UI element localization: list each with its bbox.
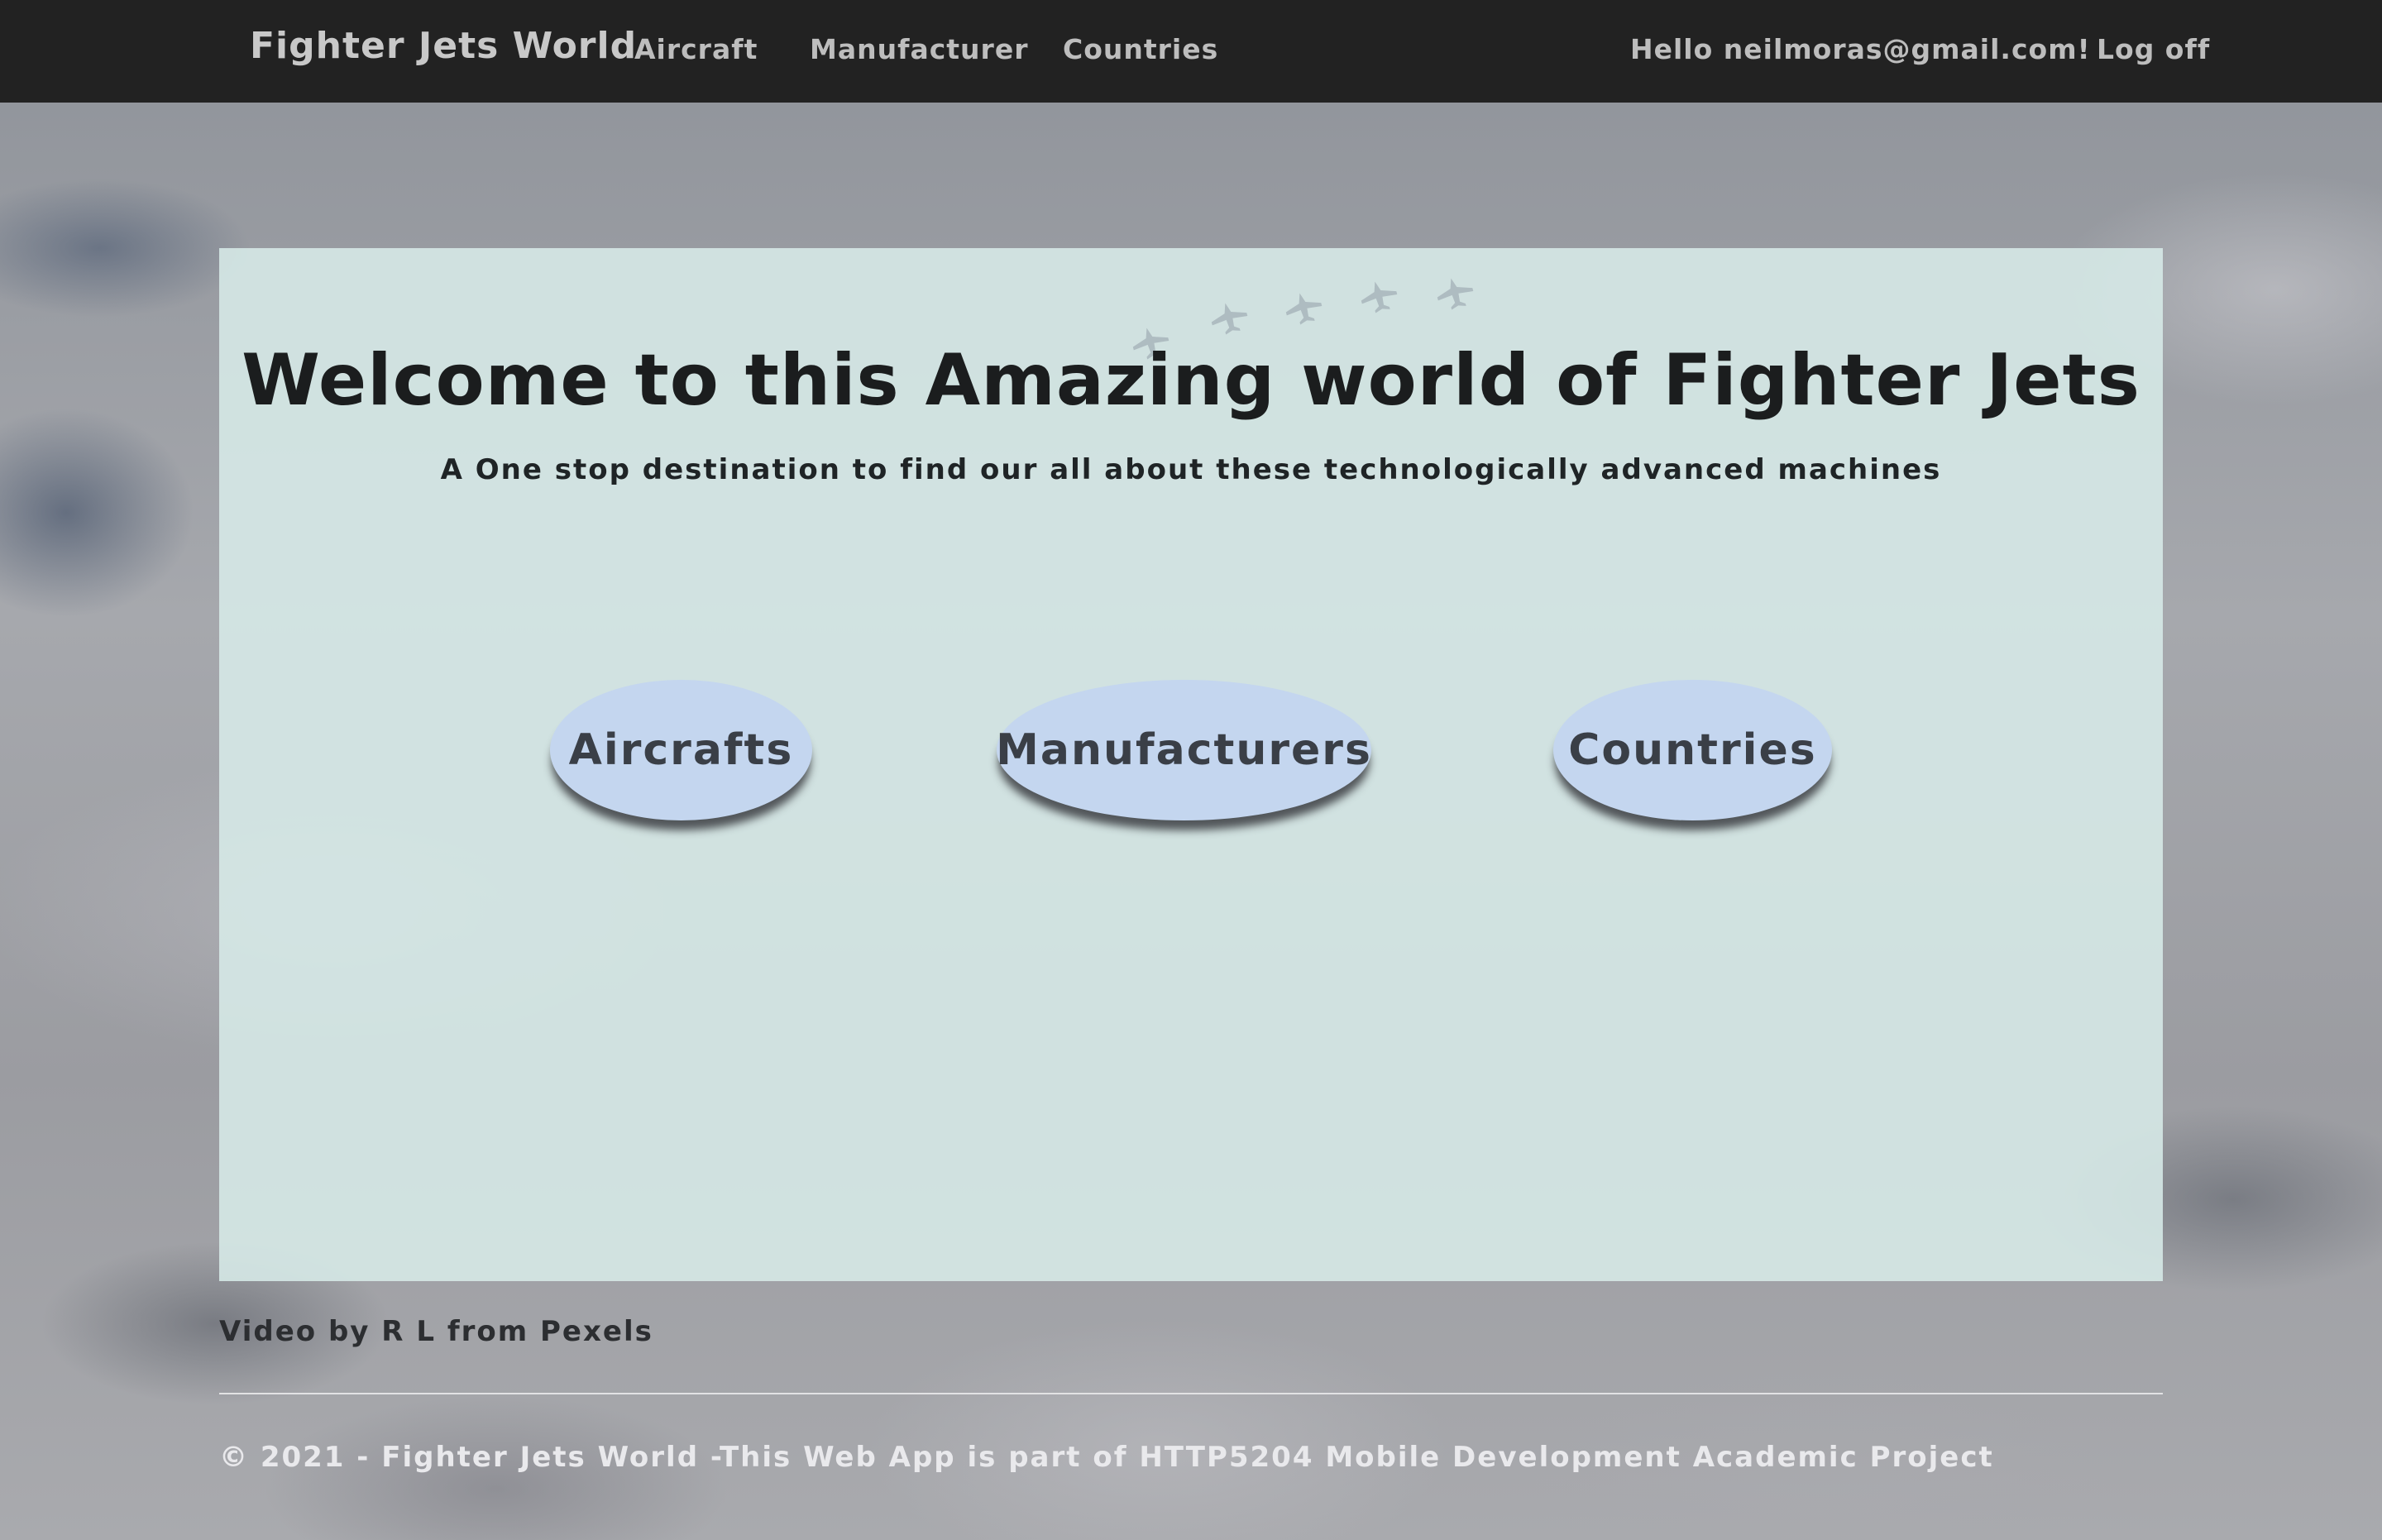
aircrafts-button[interactable]: Aircrafts <box>550 680 812 820</box>
manufacturers-button[interactable]: Manufacturers <box>996 680 1371 820</box>
user-greeting-link[interactable]: Hello neilmoras@gmail.com! <box>1630 33 2091 65</box>
page-subtitle: A One stop destination to find our all a… <box>440 453 1942 486</box>
brand-link[interactable]: Fighter Jets World <box>250 25 637 67</box>
top-navbar: Fighter Jets World Aircraft Manufacturer… <box>0 0 2382 103</box>
nav-link-manufacturer[interactable]: Manufacturer <box>810 33 1028 65</box>
countries-button[interactable]: Countries <box>1553 680 1832 820</box>
page-title: Welcome to this Amazing world of Fighter… <box>242 339 2140 422</box>
video-credit: Video by R L from Pexels <box>219 1315 653 1348</box>
footer-text: © 2021 - Fighter Jets World -This Web Ap… <box>219 1441 1994 1474</box>
nav-link-aircraft[interactable]: Aircraft <box>634 33 758 65</box>
logoff-link[interactable]: Log off <box>2097 33 2210 65</box>
footer-divider <box>219 1393 2163 1394</box>
nav-link-countries[interactable]: Countries <box>1063 33 1218 65</box>
